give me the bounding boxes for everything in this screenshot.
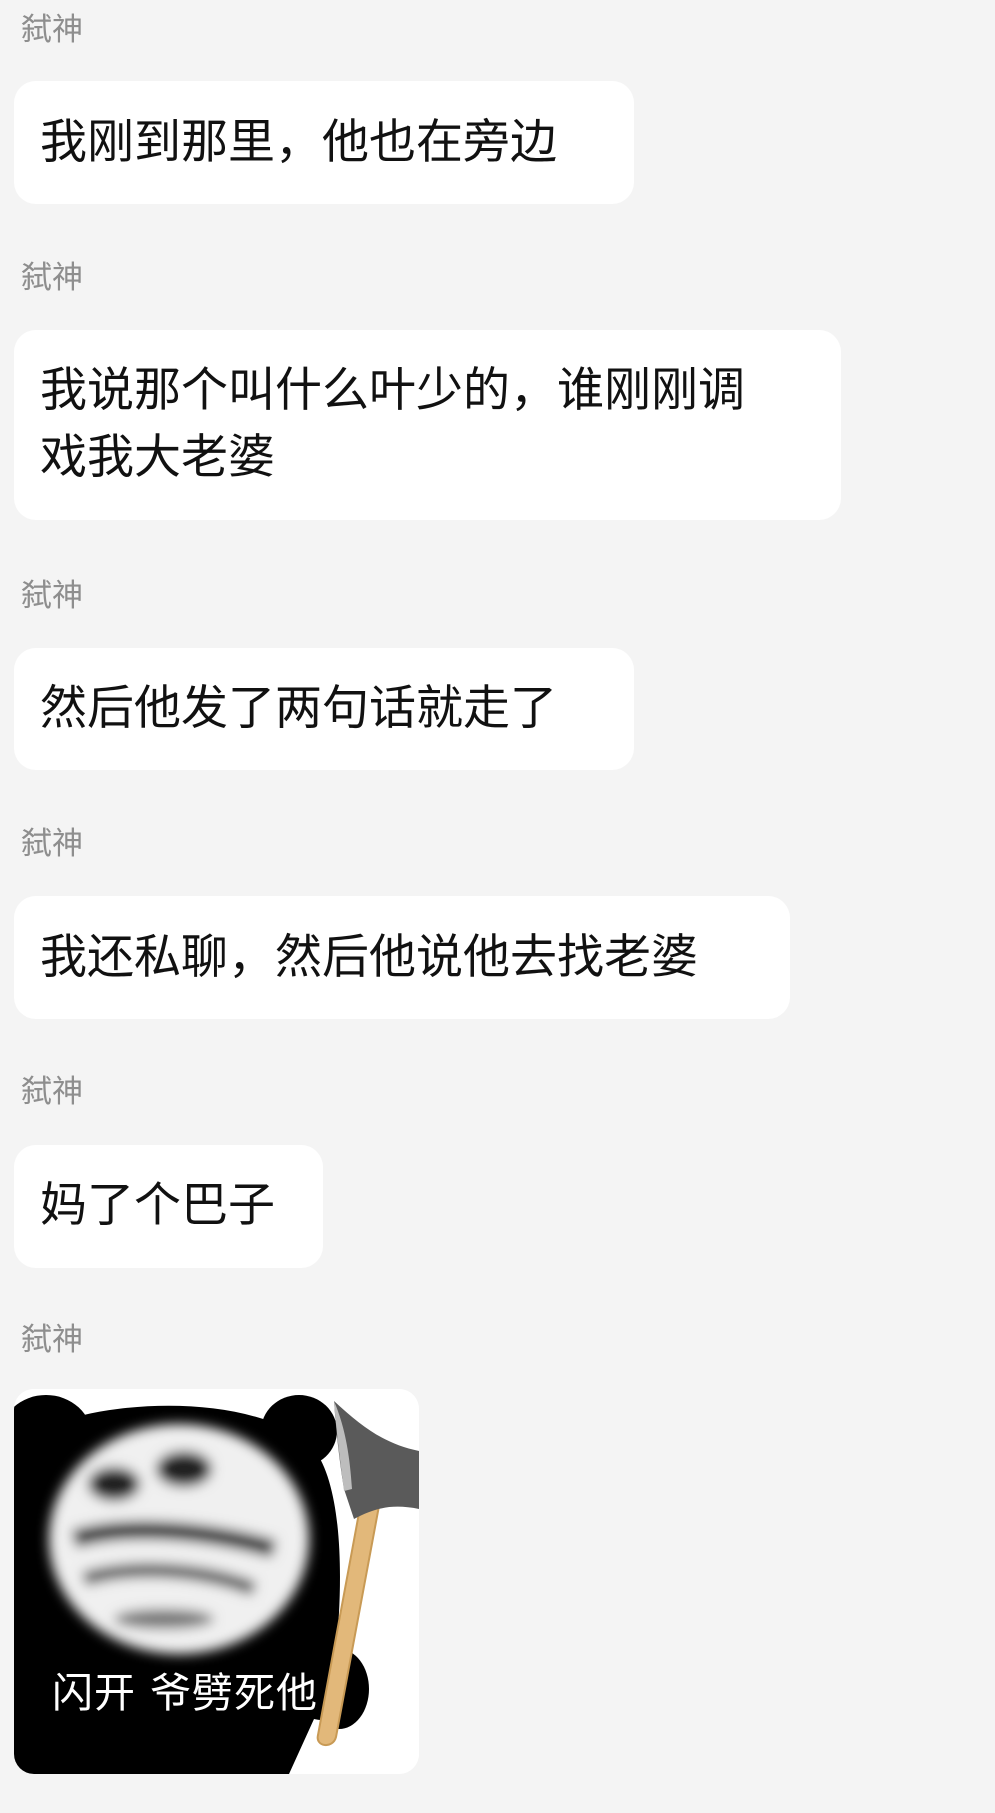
message-bubble[interactable]: 我还私聊，然后他说他去找老婆 — [14, 896, 790, 1019]
sticker-message[interactable]: 闪开 爷劈死他 — [14, 1389, 419, 1774]
sender-name: 弑神 — [21, 826, 83, 862]
message-bubble[interactable]: 我说那个叫什么叶少的，谁刚刚调 戏我大老婆 — [14, 330, 841, 520]
sticker-caption: 闪开 爷劈死他 — [52, 1669, 319, 1717]
sender-name: 弑神 — [21, 12, 83, 48]
sender-name: 弑神 — [21, 578, 83, 614]
sender-name: 弑神 — [21, 1074, 83, 1110]
sender-name: 弑神 — [21, 1322, 83, 1358]
message-bubble[interactable]: 我刚到那里，他也在旁边 — [14, 81, 634, 204]
message-bubble[interactable]: 妈了个巴子 — [14, 1145, 323, 1268]
message-bubble[interactable]: 然后他发了两句话就走了 — [14, 648, 634, 770]
sender-name: 弑神 — [21, 260, 83, 296]
chat-message-list: 弑神 我刚到那里，他也在旁边 弑神 我说那个叫什么叶少的，谁刚刚调 戏我大老婆 … — [0, 0, 995, 1813]
